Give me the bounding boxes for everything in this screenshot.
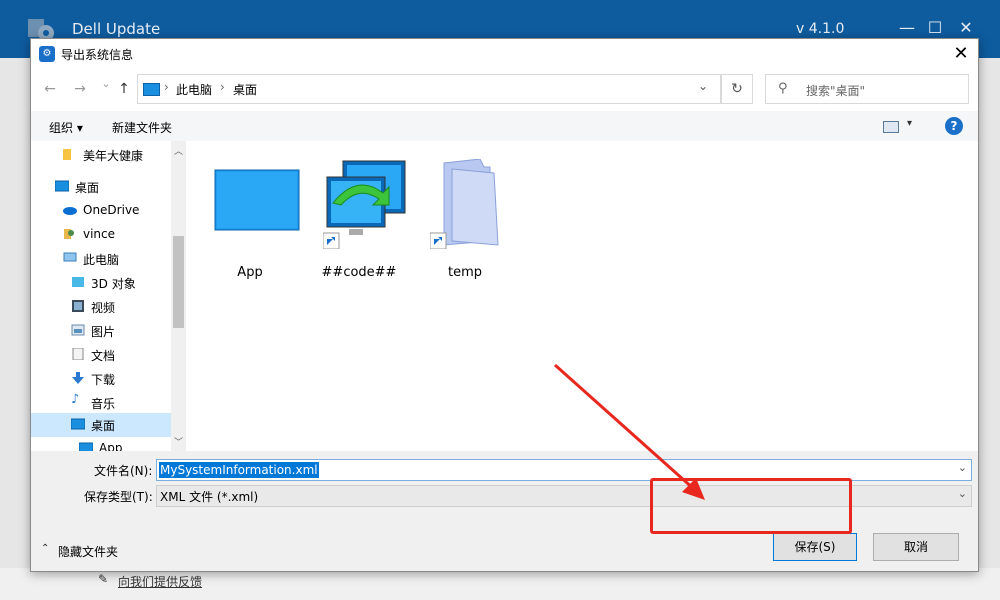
annotation-highlight-box — [650, 478, 852, 534]
